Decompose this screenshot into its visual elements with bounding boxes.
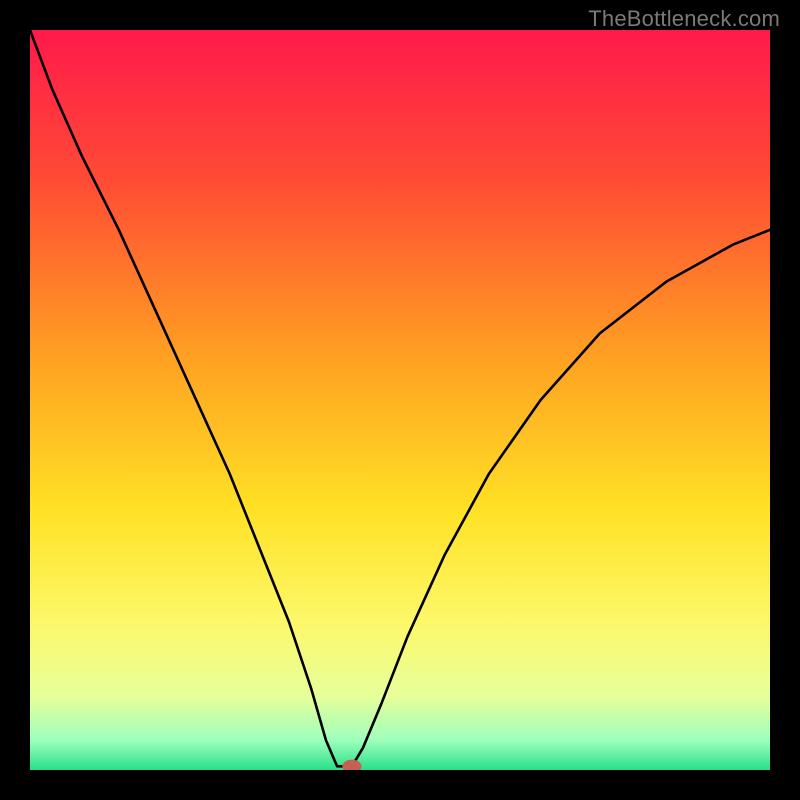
chart-svg [30,30,770,770]
chart-frame: TheBottleneck.com [0,0,800,800]
watermark-label: TheBottleneck.com [588,6,780,32]
plot-area [30,30,770,770]
